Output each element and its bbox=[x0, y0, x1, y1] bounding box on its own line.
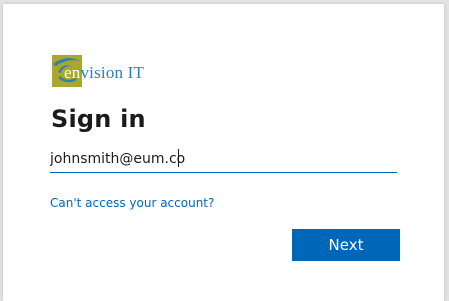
text-caret bbox=[178, 149, 179, 167]
logo-text-rest: vision IT bbox=[80, 63, 145, 82]
next-button[interactable]: Next bbox=[292, 229, 400, 261]
page-title: Sign in bbox=[51, 105, 146, 133]
logo-wordmark: envision IT bbox=[64, 63, 144, 83]
company-logo: envision IT bbox=[50, 51, 160, 91]
email-field[interactable] bbox=[50, 146, 397, 173]
logo-text-prefix: en bbox=[64, 63, 81, 82]
cant-access-account-link[interactable]: Can't access your account? bbox=[50, 196, 214, 210]
